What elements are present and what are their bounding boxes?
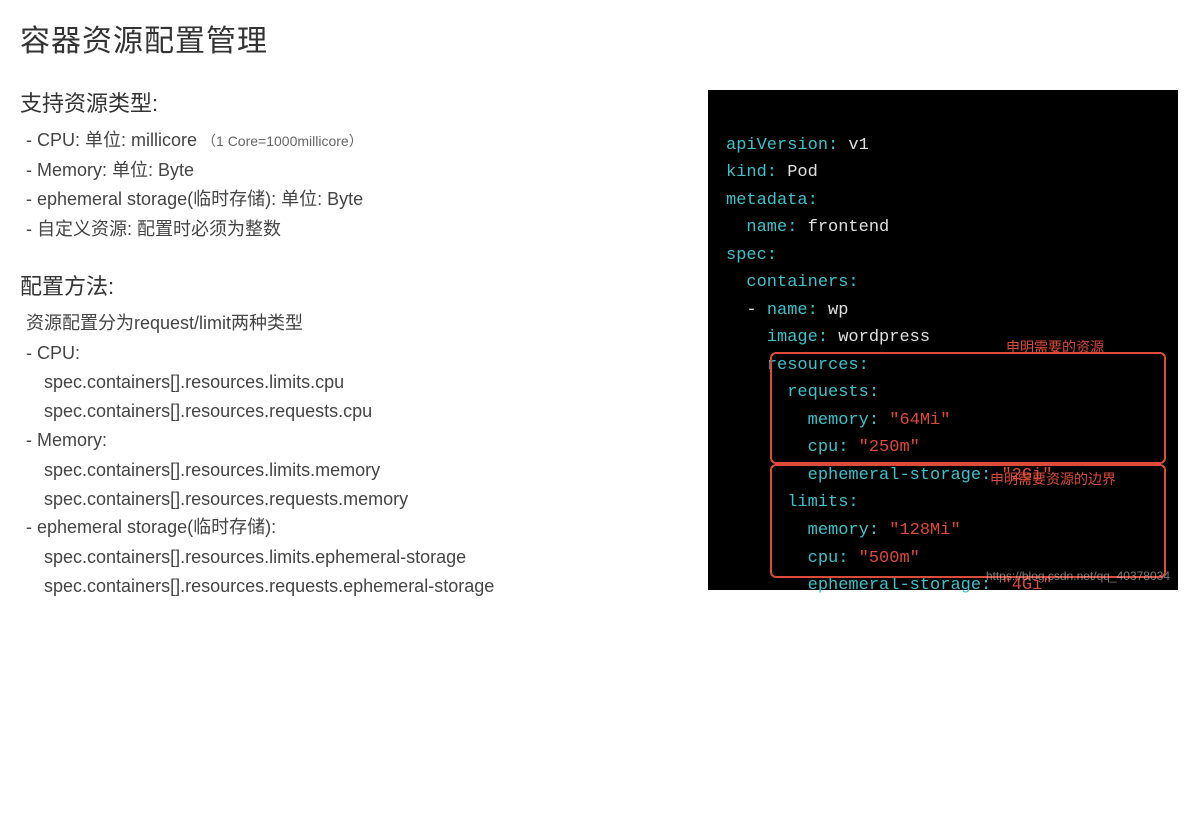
yaml-key: spec:: [726, 246, 777, 265]
yaml-val: frontend: [808, 218, 890, 237]
method-path: spec.containers[].resources.limits.memor…: [44, 456, 680, 485]
yaml-val: wordpress: [838, 328, 930, 347]
yaml-val: Pod: [787, 163, 818, 182]
yaml-key: apiVersion:: [726, 136, 838, 155]
yaml-val: wp: [828, 301, 848, 320]
yaml-key: kind:: [726, 163, 777, 182]
method-list: - CPU: spec.containers[].resources.limit…: [20, 339, 680, 601]
method-group-label: - CPU:: [26, 339, 680, 369]
types-heading: 支持资源类型:: [20, 86, 680, 118]
method-heading: 配置方法:: [20, 269, 680, 301]
types-item: - Memory: 单位: Byte: [26, 156, 680, 186]
yaml-key: image:: [767, 328, 828, 347]
method-path: spec.containers[].resources.limits.ephem…: [44, 543, 680, 572]
yaml-code-panel: apiVersion: v1 kind: Pod metadata: name:…: [708, 90, 1178, 590]
yaml-val: v1: [848, 136, 868, 155]
watermark: https://blog.csdn.net/qq_40378034: [986, 567, 1170, 586]
types-item: - CPU: 单位: millicore （1 Core=1000millico…: [26, 126, 680, 156]
types-item: - ephemeral storage(临时存储): 单位: Byte: [26, 185, 680, 215]
method-group-label: - ephemeral storage(临时存储):: [26, 513, 680, 543]
limits-box: [770, 464, 1166, 578]
yaml-key: containers:: [746, 273, 858, 292]
types-text: - CPU: 单位: millicore: [26, 130, 202, 150]
yaml-key: name:: [746, 218, 797, 237]
method-path: spec.containers[].resources.requests.eph…: [44, 572, 680, 601]
method-group-label: - Memory:: [26, 426, 680, 456]
yaml-key: metadata:: [726, 191, 818, 210]
page-title: 容器资源配置管理: [20, 16, 680, 60]
yaml-key: ephemeral-storage:: [808, 576, 992, 595]
method-intro: 资源配置分为request/limit两种类型: [20, 309, 680, 335]
method-path: spec.containers[].resources.limits.cpu: [44, 368, 680, 397]
method-path: spec.containers[].resources.requests.mem…: [44, 485, 680, 514]
types-note: （1 Core=1000millicore）: [202, 133, 363, 149]
types-item: - 自定义资源: 配置时必须为整数: [26, 215, 680, 245]
types-list: - CPU: 单位: millicore （1 Core=1000millico…: [20, 126, 680, 245]
requests-box: [770, 352, 1166, 464]
yaml-key: name:: [767, 301, 818, 320]
yaml-dash: -: [746, 301, 756, 320]
method-path: spec.containers[].resources.requests.cpu: [44, 397, 680, 426]
